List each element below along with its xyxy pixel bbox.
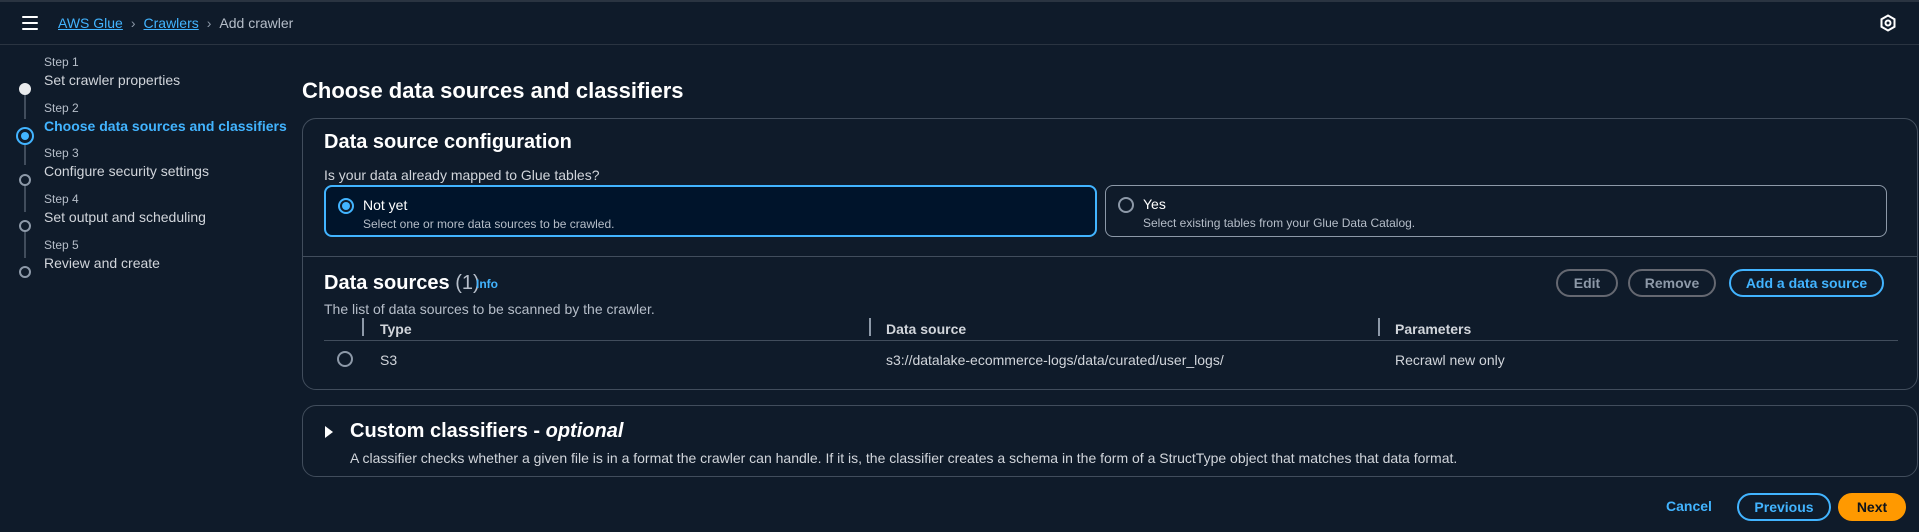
table-header: Type Data source Parameters (324, 317, 1898, 341)
expand-caret-icon[interactable] (325, 426, 333, 438)
data-source-panel: Data source configuration Is your data a… (302, 118, 1918, 390)
custom-classifiers-heading[interactable]: Custom classifiers - optional (350, 420, 623, 443)
step-title: Set crawler properties (44, 72, 181, 88)
config-heading: Data source configuration (324, 131, 572, 153)
option-yes[interactable]: Yes Select existing tables from your Glu… (1105, 185, 1887, 237)
next-button[interactable]: Next (1838, 493, 1906, 521)
step-pending-icon (19, 266, 31, 278)
data-sources-description: The list of data sources to be scanned b… (324, 301, 655, 317)
step-4: Step 4 Set output and scheduling (0, 192, 290, 232)
step-title: Review and create (44, 255, 160, 271)
cancel-button[interactable]: Cancel (1654, 494, 1724, 522)
data-sources-title: Data sources (324, 272, 450, 294)
radio-unselected-icon[interactable] (1118, 197, 1134, 213)
edit-button[interactable]: Edit (1556, 269, 1618, 297)
step-number: Step 4 (44, 192, 79, 206)
step-pending-icon (19, 220, 31, 232)
remove-button[interactable]: Remove (1628, 269, 1716, 297)
option-not-yet[interactable]: Not yet Select one or more data sources … (324, 185, 1097, 237)
section-divider (303, 256, 1917, 257)
row-select-radio[interactable] (337, 351, 353, 367)
step-2: Step 2 Choose data sources and classifie… (0, 101, 290, 145)
chevron-right-icon: › (206, 15, 212, 31)
column-divider (362, 318, 364, 336)
step-title: Choose data sources and classifiers (44, 118, 287, 134)
cell-data-source: s3://datalake-ecommerce-logs/data/curate… (886, 352, 1224, 368)
column-header-data-source: Data source (886, 321, 967, 337)
top-navigation-bar: AWS Glue › Crawlers › Add crawler (0, 0, 1919, 45)
column-header-parameters: Parameters (1395, 321, 1472, 337)
step-number: Step 1 (44, 55, 79, 69)
step-title: Set output and scheduling (44, 209, 206, 225)
breadcrumb-aws-glue[interactable]: AWS Glue (58, 15, 123, 31)
gear-icon[interactable] (1879, 14, 1897, 32)
table-row[interactable]: S3 s3://datalake-ecommerce-logs/data/cur… (324, 343, 1898, 373)
classifiers-title: Custom classifiers - (350, 420, 546, 442)
cell-parameters: Recrawl new only (1395, 352, 1505, 368)
classifiers-description: A classifier checks whether a given file… (350, 450, 1458, 466)
column-header-type: Type (380, 321, 412, 337)
step-completed-icon (19, 83, 31, 95)
data-sources-heading: Data sources (1) (324, 272, 480, 295)
custom-classifiers-panel: Custom classifiers - optional A classifi… (302, 405, 1918, 477)
cell-type: S3 (380, 352, 398, 368)
previous-button[interactable]: Previous (1737, 493, 1831, 521)
step-number: Step 2 (44, 101, 79, 115)
step-number: Step 3 (44, 146, 79, 160)
hamburger-menu-icon[interactable] (22, 16, 38, 30)
step-title: Configure security settings (44, 163, 209, 179)
step-pending-icon (19, 174, 31, 186)
option-label: Yes (1143, 196, 1166, 212)
page-title: Choose data sources and classifiers (302, 78, 684, 103)
breadcrumb: AWS Glue › Crawlers › Add crawler (58, 15, 293, 31)
breadcrumb-crawlers[interactable]: Crawlers (144, 15, 199, 31)
add-data-source-button[interactable]: Add a data source (1729, 269, 1884, 297)
step-1[interactable]: Step 1 Set crawler properties (0, 55, 290, 95)
optional-label: optional (545, 420, 624, 442)
chevron-right-icon: › (130, 15, 136, 31)
mapped-question-label: Is your data already mapped to Glue tabl… (324, 167, 600, 183)
option-label: Not yet (363, 197, 408, 213)
option-description: Select existing tables from your Glue Da… (1143, 216, 1416, 230)
step-5: Step 5 Review and create (0, 238, 290, 278)
column-divider[interactable] (869, 318, 871, 336)
step-active-icon (16, 127, 34, 145)
breadcrumb-current: Add crawler (219, 15, 294, 31)
column-divider[interactable] (1378, 318, 1380, 336)
radio-selected-icon[interactable] (338, 198, 354, 214)
info-link[interactable]: Info (476, 277, 498, 291)
step-number: Step 5 (44, 238, 79, 252)
step-3: Step 3 Configure security settings (0, 146, 290, 186)
option-description: Select one or more data sources to be cr… (363, 217, 615, 231)
